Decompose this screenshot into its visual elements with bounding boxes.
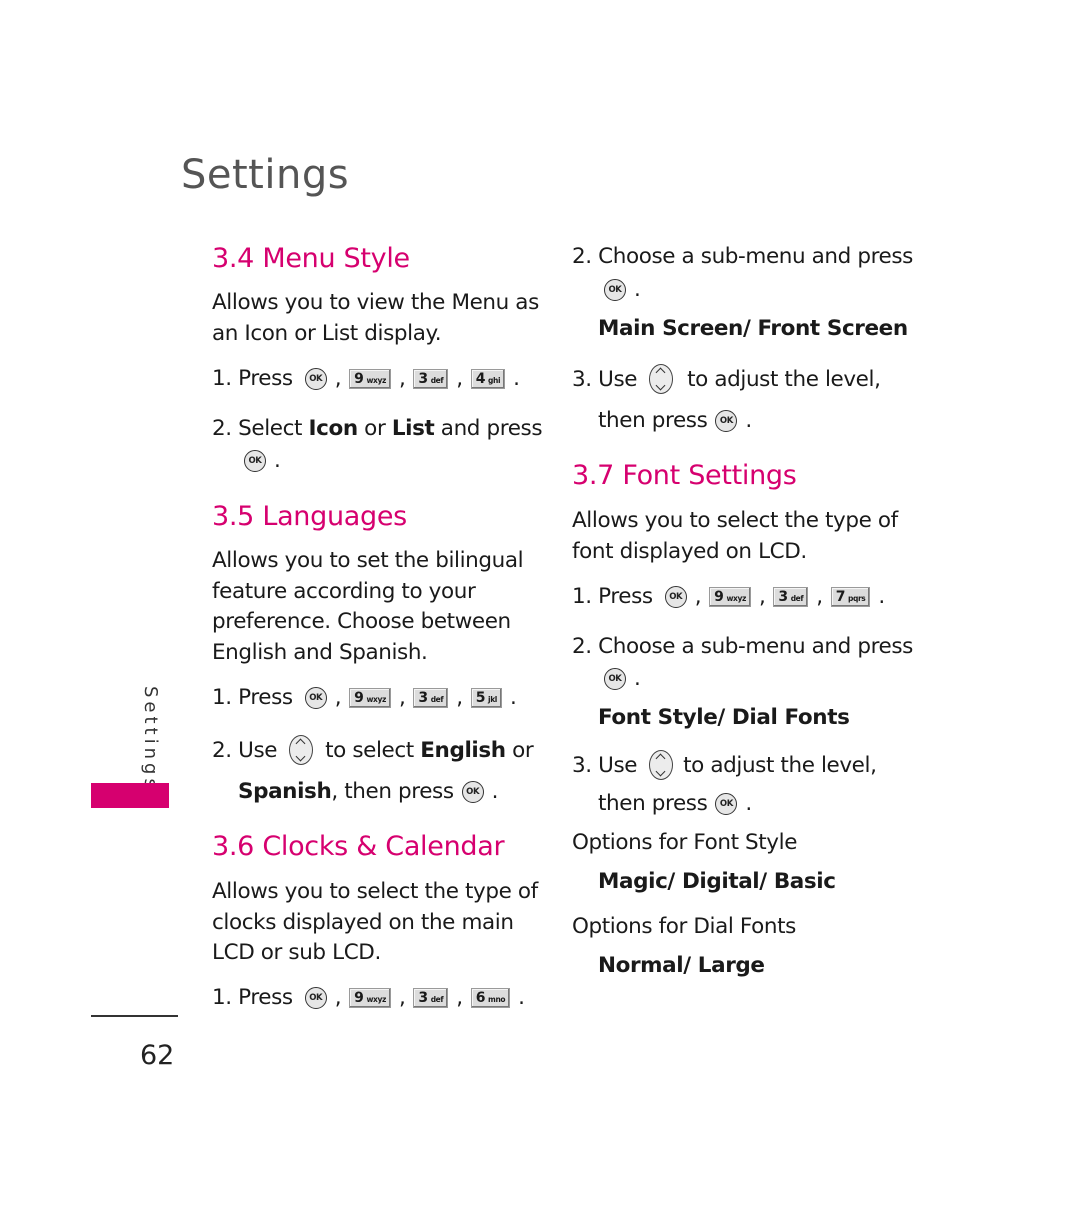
description-line: feature according to your <box>212 578 476 604</box>
step-text: then press <box>598 408 708 433</box>
dial-fonts-options-label: Options for Dial Fonts <box>572 914 796 939</box>
description-line: preference. Choose between <box>212 609 511 634</box>
step-text: to adjust the level, <box>687 366 881 392</box>
section-heading-clocks-calendar: 3.6 Clocks & Calendar <box>212 831 505 862</box>
side-tab-label: Settings <box>140 686 161 792</box>
font-settings-step-3: 3. Use to adjust the level, <box>572 750 877 780</box>
page-number: 62 <box>140 1040 175 1071</box>
languages-step-2: 2. Use to select English or <box>212 735 534 765</box>
font-settings-step-3-cont: then press OK. <box>598 791 752 816</box>
key-9-icon: 9 wxyz <box>349 987 391 1008</box>
navigation-key-icon <box>649 364 674 394</box>
ok-key-icon: OK <box>304 686 327 709</box>
step-text: 2. Choose a sub-menu and press <box>572 244 913 269</box>
description-line: Allows you to select the type of <box>572 508 898 533</box>
step-text: 1. Press <box>212 366 293 391</box>
menu-style-description: Allows you to view the Menu as an Icon o… <box>212 288 539 349</box>
description-line: Allows you to view the Menu as <box>212 290 539 315</box>
option-spanish: Spanish <box>238 779 332 804</box>
key-3-icon: 3 def <box>413 687 449 708</box>
step-text: and press <box>434 416 543 441</box>
step-text: 2. Choose a sub-menu and press <box>572 634 913 659</box>
description-line: Allows you to select the type of <box>212 879 538 904</box>
key-3-icon: 3 def <box>413 368 449 389</box>
font-settings-options: Font Style/ Dial Fonts <box>598 705 850 730</box>
ok-key-icon: OK <box>244 449 266 472</box>
languages-step-2-cont: Spanish, then press OK. <box>238 779 499 804</box>
description-line: clocks displayed on the main <box>212 909 514 935</box>
font-style-options: Magic/ Digital/ Basic <box>598 869 836 894</box>
step-text: , then press <box>331 779 454 804</box>
step-text: 1. Press <box>572 584 653 609</box>
clocks-step-2-cont: OK. <box>598 277 642 302</box>
font-settings-step-2-cont: OK. <box>598 666 642 691</box>
side-tab-marker <box>91 783 169 808</box>
clocks-step-3-cont: then press OK. <box>598 408 752 433</box>
font-style-options-label: Options for Font Style <box>572 830 798 855</box>
menu-style-step-2-cont: OK. <box>238 448 282 473</box>
description-line: LCD or sub LCD. <box>212 940 381 965</box>
step-text: 2. Use <box>212 737 278 763</box>
description-line: Allows you to set the bilingual <box>212 548 524 573</box>
ok-key-icon: OK <box>715 409 738 432</box>
ok-key-icon: OK <box>715 792 738 815</box>
menu-style-step-2: 2. Select Icon or List and press <box>212 416 543 441</box>
step-text: to adjust the level, <box>683 752 877 778</box>
ok-key-icon: OK <box>461 780 484 803</box>
dial-fonts-options: Normal/ Large <box>598 953 765 978</box>
ok-key-icon: OK <box>304 367 327 390</box>
description-line: font displayed on LCD. <box>572 538 807 564</box>
key-5-icon: 5 jkl <box>470 687 502 708</box>
page-title: Settings <box>181 152 350 198</box>
ok-key-icon: OK <box>304 986 327 1009</box>
key-3-icon: 3 def <box>413 987 449 1008</box>
step-text: 1. Press <box>212 685 293 710</box>
footer-divider <box>91 1015 178 1017</box>
option-icon: Icon <box>308 416 359 441</box>
step-text: or <box>505 737 534 763</box>
key-9-icon: 9 wxyz <box>709 586 751 607</box>
step-text: 2. Select <box>212 416 309 441</box>
key-9-icon: 9 wxyz <box>349 687 391 708</box>
key-6-icon: 6 mno <box>470 987 511 1008</box>
step-text: 3. Use <box>572 366 638 392</box>
clocks-calendar-step-1: 1. Press OK, 9 wxyz, 3 def, 6 mno. <box>212 985 525 1010</box>
key-9-icon: 9 wxyz <box>349 368 391 389</box>
key-7-icon: 7 pqrs <box>830 586 871 607</box>
font-settings-description: Allows you to select the type of font di… <box>572 506 898 567</box>
section-heading-languages: 3.5 Languages <box>212 501 407 532</box>
step-text: 3. Use <box>572 752 638 778</box>
ok-key-icon: OK <box>664 585 687 608</box>
section-heading-font-settings: 3.7 Font Settings <box>572 460 797 491</box>
step-text: then press <box>598 791 708 816</box>
description-line: English and Spanish. <box>212 639 428 665</box>
step-text: to select <box>325 737 421 763</box>
font-settings-step-1: 1. Press OK, 9 wxyz, 3 def, 7 pqrs. <box>572 584 885 609</box>
navigation-key-icon <box>289 735 314 765</box>
ok-key-icon: OK <box>604 278 626 301</box>
navigation-key-icon <box>649 750 674 780</box>
menu-style-step-1: 1. Press OK, 9 wxyz, 3 def, 4 ghi. <box>212 366 520 391</box>
languages-step-1: 1. Press OK, 9 wxyz, 3 def, 5 jkl. <box>212 685 517 710</box>
clocks-step-2: 2. Choose a sub-menu and press <box>572 244 913 269</box>
option-english: English <box>420 737 506 763</box>
option-list: List <box>391 416 435 441</box>
key-4-icon: 4 ghi <box>470 368 506 389</box>
clocks-options: Main Screen/ Front Screen <box>598 316 908 341</box>
clocks-calendar-description: Allows you to select the type of clocks … <box>212 877 538 969</box>
step-text: or <box>357 416 392 441</box>
ok-key-icon: OK <box>604 667 626 690</box>
clocks-step-3: 3. Use to adjust the level, <box>572 364 881 394</box>
font-settings-step-2: 2. Choose a sub-menu and press <box>572 634 913 659</box>
languages-description: Allows you to set the bilingual feature … <box>212 546 524 668</box>
description-line: an Icon or List display. <box>212 320 442 346</box>
section-heading-menu-style: 3.4 Menu Style <box>212 243 410 274</box>
step-text: 1. Press <box>212 985 293 1010</box>
key-3-icon: 3 def <box>773 586 809 607</box>
